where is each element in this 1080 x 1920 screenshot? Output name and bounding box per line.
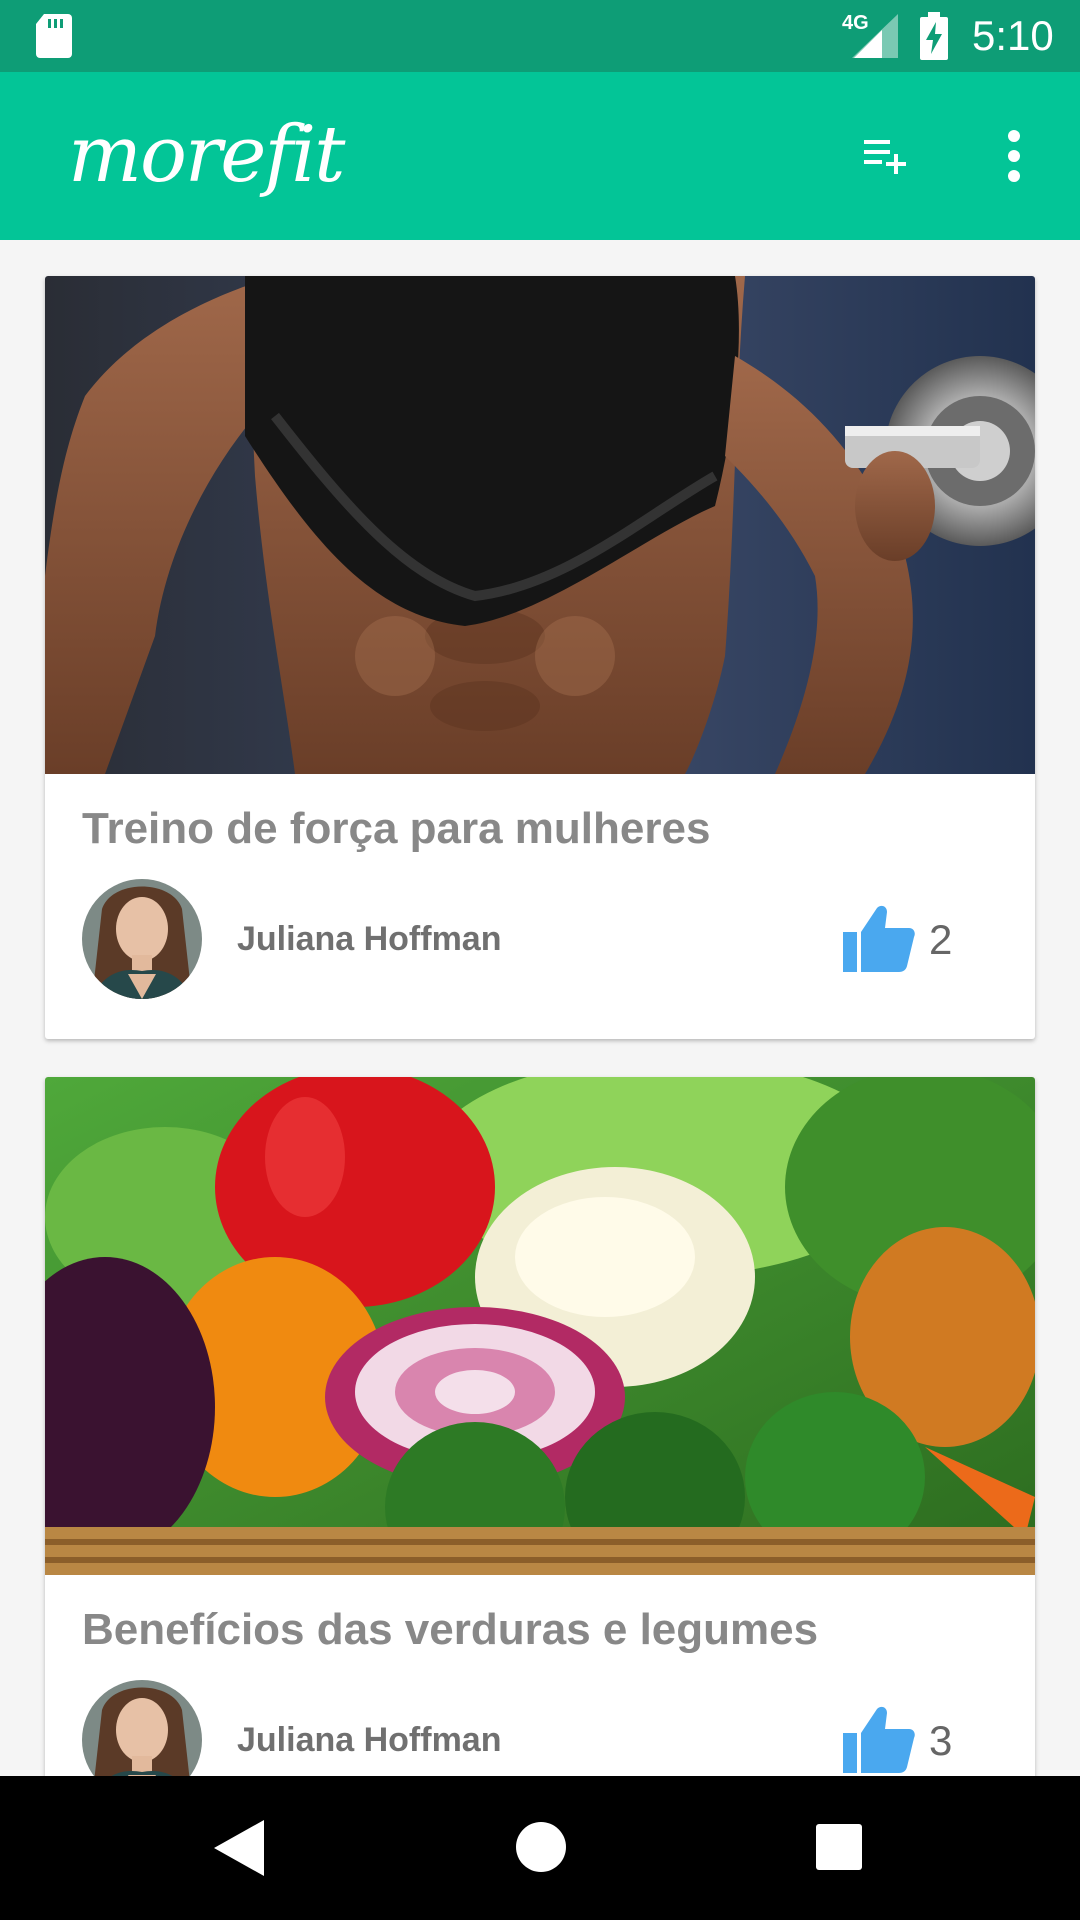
home-circle-icon[interactable] bbox=[516, 1822, 566, 1872]
battery-charging-icon bbox=[920, 12, 948, 60]
thumbs-up-icon[interactable] bbox=[843, 1705, 915, 1773]
author-name[interactable]: Juliana Hoffman bbox=[237, 920, 501, 959]
post-title[interactable]: Benefícios das verduras e legumes bbox=[82, 1605, 818, 1655]
signal-icon bbox=[852, 14, 898, 58]
author-avatar[interactable] bbox=[82, 1680, 202, 1776]
post-title[interactable]: Treino de força para mulheres bbox=[82, 804, 710, 854]
clock: 5:10 bbox=[972, 12, 1054, 59]
thumbs-up-icon[interactable] bbox=[843, 904, 915, 972]
playlist-add-icon[interactable] bbox=[862, 132, 910, 180]
author-avatar[interactable] bbox=[82, 879, 202, 999]
like-count: 3 bbox=[929, 1717, 953, 1764]
recents-square-icon[interactable] bbox=[816, 1824, 862, 1870]
app-logo: morefit bbox=[68, 110, 346, 200]
system-nav-bar bbox=[0, 1776, 1080, 1920]
status-bar: 4G 5:10 bbox=[0, 0, 1080, 72]
sd-card-icon bbox=[36, 14, 72, 58]
author-name[interactable]: Juliana Hoffman bbox=[237, 1721, 501, 1760]
post-image-vegetables[interactable] bbox=[45, 1077, 1035, 1575]
post-card[interactable]: Treino de força para mulheres Juliana Ho… bbox=[45, 276, 1035, 1039]
app-toolbar: morefit bbox=[0, 72, 1080, 240]
post-card[interactable]: Benefícios das verduras e legumes Julian… bbox=[45, 1077, 1035, 1776]
more-vert-icon[interactable] bbox=[1000, 128, 1028, 184]
back-triangle-icon[interactable] bbox=[214, 1820, 264, 1876]
avatar-portrait-image bbox=[82, 1680, 202, 1776]
avatar-portrait-image bbox=[82, 879, 202, 999]
post-image-fitness[interactable] bbox=[45, 276, 1035, 774]
post-feed[interactable]: Treino de força para mulheres Juliana Ho… bbox=[0, 240, 1080, 1776]
like-count: 2 bbox=[929, 916, 953, 963]
